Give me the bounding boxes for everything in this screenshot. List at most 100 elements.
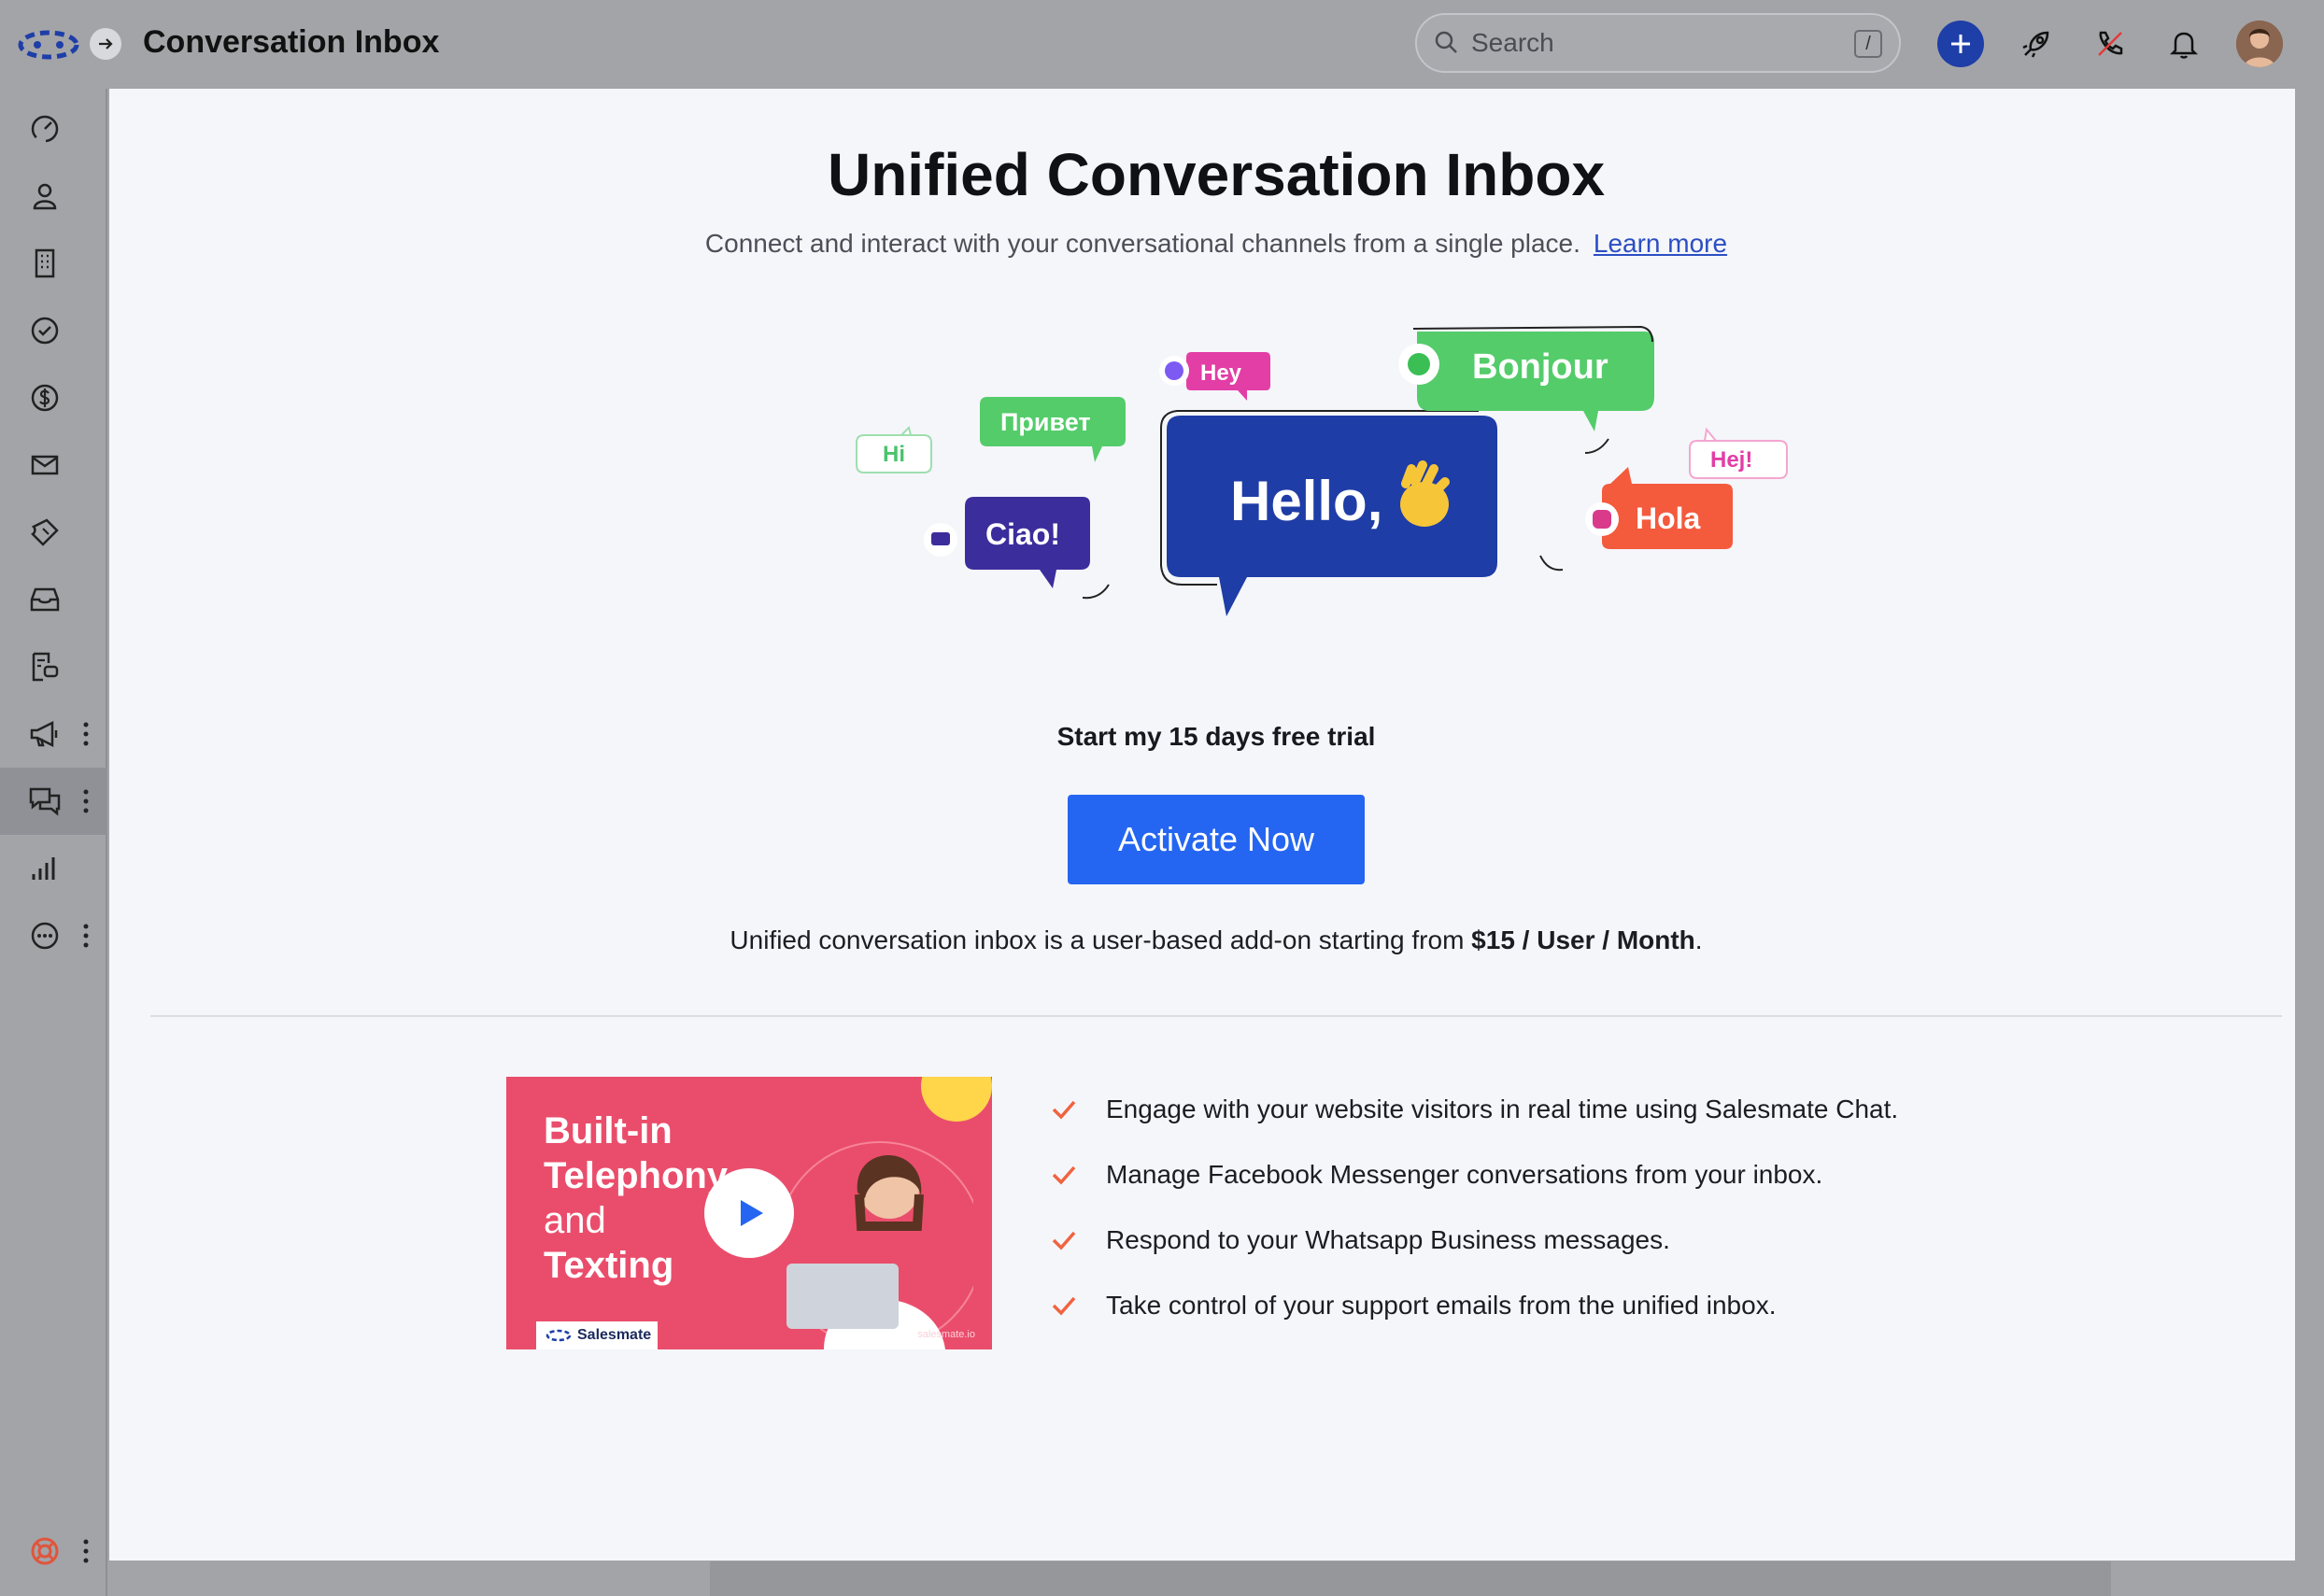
hej-bubble-text: Hej! <box>1710 447 1752 473</box>
section-divider <box>150 1015 2282 1017</box>
video-brand-text: Salesmate <box>577 1327 652 1343</box>
bottom-shadow <box>710 1561 2111 1596</box>
speedometer-icon <box>31 115 59 143</box>
sidebar <box>0 89 107 1596</box>
more-circle-icon <box>31 922 59 950</box>
trial-text: Start my 15 days free trial <box>1056 722 1376 751</box>
search-shortcut-key: / <box>1854 30 1882 58</box>
hola-bubble-text: Hola <box>1636 501 1701 535</box>
page-title: Conversation Inbox <box>143 24 440 60</box>
sidebar-item-tickets[interactable] <box>0 499 107 566</box>
sidebar-item-deals[interactable] <box>0 364 107 431</box>
feature-item: Manage Facebook Messenger conversations … <box>1048 1142 2169 1208</box>
dollar-icon <box>31 384 59 412</box>
sidebar-item-help[interactable] <box>0 1518 107 1585</box>
hey-bubble: Hey <box>1159 352 1270 401</box>
whatsapp-icon <box>1408 353 1430 375</box>
video-title-line: Built-in <box>544 1110 673 1151</box>
feature-text: Take control of your support emails from… <box>1106 1291 1777 1320</box>
feature-item: Respond to your Whatsapp Business messag… <box>1048 1208 2169 1273</box>
feature-item: Take control of your support emails from… <box>1048 1273 2169 1338</box>
more-vertical-icon[interactable] <box>82 788 90 814</box>
arrow-right-icon <box>99 38 113 49</box>
more-vertical-icon[interactable] <box>82 721 90 747</box>
activate-now-button[interactable]: Activate Now <box>1068 795 1365 884</box>
add-button[interactable] <box>1937 21 1984 67</box>
hi-bubble-text: Hi <box>883 442 905 467</box>
feature-list: Engage with your website visitors in rea… <box>1048 1077 2169 1338</box>
bonjour-bubble-text: Bonjour <box>1472 347 1608 387</box>
building-icon <box>35 248 55 278</box>
rocket-icon <box>2022 31 2049 58</box>
sidebar-item-sequences[interactable] <box>0 633 107 700</box>
hero-subtitle-row: Connect and interact with your conversat… <box>109 229 2323 259</box>
plus-icon <box>1951 35 1970 53</box>
sidebar-item-dashboard[interactable] <box>0 95 107 162</box>
privet-bubble: Привет <box>980 397 1126 462</box>
check-circle-icon <box>31 317 59 345</box>
feature-text: Manage Facebook Messenger conversations … <box>1106 1160 1823 1189</box>
phone-button[interactable] <box>2087 21 2133 67</box>
mail-icon <box>31 455 59 475</box>
more-vertical-icon[interactable] <box>82 923 90 949</box>
search-box[interactable]: / <box>1415 13 1901 73</box>
feature-item: Engage with your website visitors in rea… <box>1048 1077 2169 1142</box>
user-avatar[interactable] <box>2236 21 2283 67</box>
expand-sidebar-button[interactable] <box>90 28 121 60</box>
video-thumbnail[interactable]: Built-in Telephony and Texting Salesmate… <box>506 1077 992 1349</box>
hola-bubble: Hola <box>1539 467 1733 572</box>
hi-bubble: Hi <box>856 426 932 473</box>
messenger-icon <box>1165 361 1183 380</box>
video-brand-logo: Salesmate <box>536 1321 658 1349</box>
inbox-tray-icon <box>30 587 60 612</box>
video-title-line: and <box>544 1200 606 1241</box>
notifications-button[interactable] <box>2161 21 2207 67</box>
sidebar-item-inbox[interactable] <box>0 566 107 633</box>
check-icon <box>1052 1100 1076 1120</box>
sidebar-item-more[interactable] <box>0 902 107 969</box>
chat-icon <box>931 532 950 545</box>
sidebar-item-emails[interactable] <box>0 431 107 499</box>
sidebar-item-campaigns[interactable] <box>0 700 107 768</box>
bar-chart-icon <box>32 857 55 880</box>
megaphone-icon <box>30 720 58 748</box>
hej-bubble: Hej! <box>1689 427 1788 479</box>
more-vertical-icon[interactable] <box>82 1538 90 1564</box>
sidebar-item-conversations[interactable] <box>0 768 107 835</box>
sidebar-item-contacts[interactable] <box>0 162 107 230</box>
feature-text: Engage with your website visitors in rea… <box>1106 1095 1899 1123</box>
hero-title: Unified Conversation Inbox <box>827 141 1606 208</box>
play-icon <box>741 1200 763 1226</box>
avatar-icon <box>2236 21 2283 67</box>
search-icon <box>1435 31 1457 53</box>
search-input[interactable] <box>1471 22 1826 64</box>
woman-with-headset-image <box>786 1141 973 1349</box>
salesmate-logo-icon[interactable] <box>17 26 80 64</box>
rocket-button[interactable] <box>2013 21 2060 67</box>
pricing-text: Unified conversation inbox is a user-bas… <box>109 925 2323 955</box>
video-title: Built-in Telephony and Texting <box>544 1109 728 1288</box>
hello-bubble: Hello, <box>1160 410 1497 616</box>
feature-text: Respond to your Whatsapp Business messag… <box>1106 1225 1670 1254</box>
chat-bubbles-icon <box>29 787 61 816</box>
video-title-line: Texting <box>544 1245 674 1286</box>
document-chat-icon <box>32 652 59 682</box>
video-title-line: Telephony <box>544 1155 729 1196</box>
video-url: salesmate.io <box>917 1329 975 1340</box>
top-bar: Conversation Inbox / <box>0 0 2324 89</box>
hello-bubble-text: Hello, <box>1230 470 1382 532</box>
play-button[interactable] <box>704 1168 794 1258</box>
bell-icon <box>2169 32 2199 59</box>
sidebar-item-tasks[interactable] <box>0 297 107 364</box>
ciao-bubble-text: Ciao! <box>985 517 1060 551</box>
sidebar-item-companies[interactable] <box>0 230 107 297</box>
sidebar-item-reports[interactable] <box>0 835 107 902</box>
hero-subtitle: Connect and interact with your conversat… <box>704 229 1580 258</box>
ciao-bubble: Ciao! <box>924 497 1110 600</box>
main-content: Unified Conversation Inbox Connect and i… <box>109 89 2295 1561</box>
person-icon <box>33 183 57 210</box>
chat-bubbles-illustration: Hello, Bonjour Hey Привет Hi Ciao! Hej! … <box>856 325 1788 616</box>
salesmate-logo-icon <box>546 1329 572 1342</box>
learn-more-link[interactable]: Learn more <box>1594 229 1727 258</box>
check-icon <box>1052 1165 1076 1185</box>
